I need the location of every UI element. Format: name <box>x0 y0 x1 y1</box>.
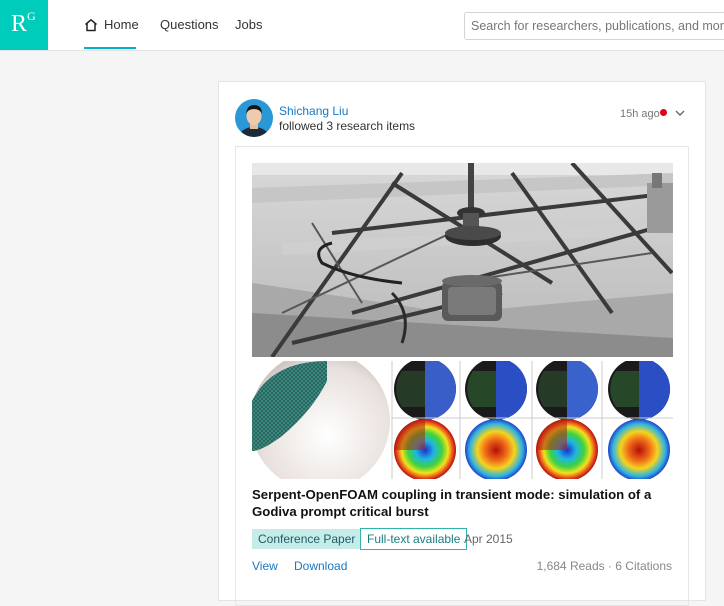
reads-citations-stats: 1,684 Reads · 6 Citations <box>536 559 672 573</box>
download-link[interactable]: Download <box>294 559 347 573</box>
publication-figure[interactable] <box>252 361 673 479</box>
nav-home[interactable]: Home <box>84 0 139 49</box>
publication-title[interactable]: Serpent-OpenFOAM coupling in transient m… <box>252 486 652 520</box>
publication-type-badge: Conference Paper <box>252 529 362 549</box>
nav-home-label: Home <box>104 17 139 32</box>
author-name[interactable]: Shichang Liu <box>279 104 348 118</box>
search-input[interactable] <box>464 12 724 40</box>
unread-dot <box>660 109 667 116</box>
home-icon <box>85 19 97 32</box>
top-navigation-bar: R G Home Questions Jobs <box>0 0 724 51</box>
avatar[interactable] <box>235 99 273 137</box>
view-link[interactable]: View <box>252 559 278 573</box>
timestamp: 15h ago <box>620 108 660 120</box>
fulltext-badge: Full-text available <box>360 528 468 550</box>
activity-text: followed 3 research items <box>279 119 416 133</box>
logo-letter: R <box>11 11 28 37</box>
researchgate-logo[interactable]: R G <box>0 0 48 50</box>
publication-photo[interactable] <box>252 163 673 357</box>
nav-jobs[interactable]: Jobs <box>235 0 262 50</box>
nav-questions[interactable]: Questions <box>160 0 219 50</box>
feed-card: Shichang Liu followed 3 research items 1… <box>218 81 706 606</box>
publication-date: Apr 2015 <box>464 532 513 546</box>
chevron-down-icon[interactable] <box>675 109 685 117</box>
publication-card: Serpent-OpenFOAM coupling in transient m… <box>235 146 689 606</box>
logo-superscript: G <box>27 9 36 23</box>
